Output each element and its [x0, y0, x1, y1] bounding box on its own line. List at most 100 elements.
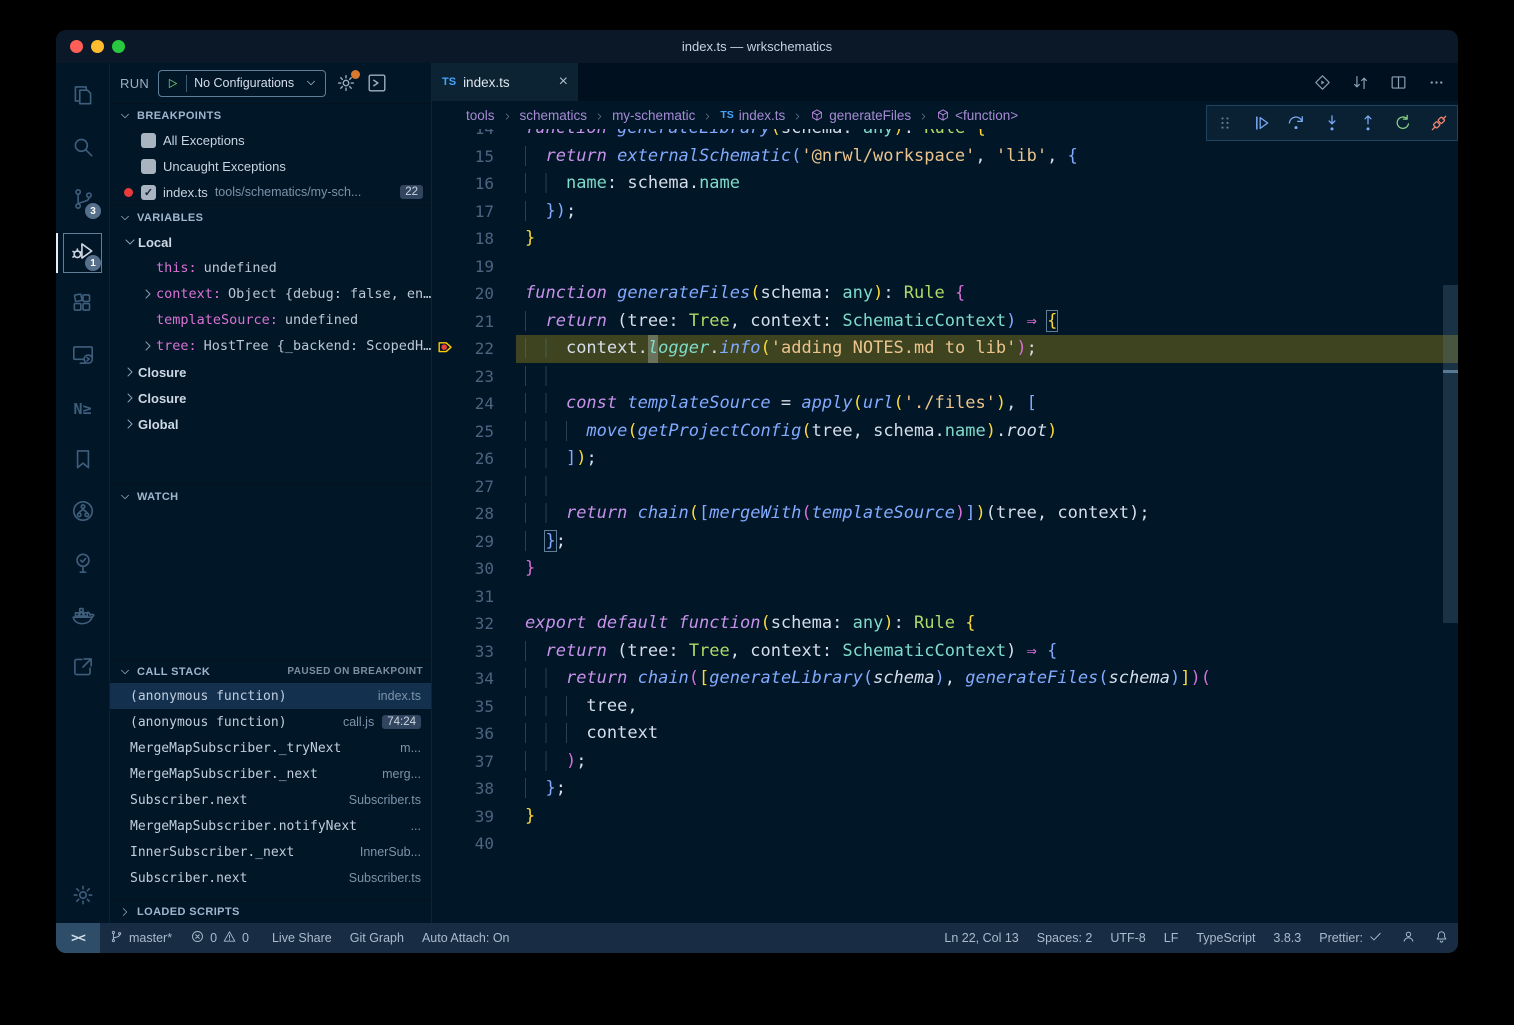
glyph-margin[interactable] — [432, 583, 458, 611]
code-line[interactable]: 26 ]); — [432, 445, 1458, 473]
glyph-margin[interactable] — [432, 308, 458, 336]
code-line[interactable]: 35 tree, — [432, 693, 1458, 721]
call-stack-frame[interactable]: Subscriber.nextSubscriber.ts — [110, 865, 431, 891]
breadcrumb-item[interactable]: schematics — [520, 108, 588, 123]
restart-button[interactable] — [1389, 109, 1417, 137]
live-share-status[interactable]: Live Share — [258, 923, 341, 953]
code-line[interactable]: 40 — [432, 830, 1458, 858]
glyph-margin[interactable] — [432, 830, 458, 858]
minimize-window-button[interactable] — [91, 40, 104, 53]
variable-row[interactable]: Local — [110, 229, 431, 255]
activity-item-testing[interactable] — [56, 539, 109, 591]
zoom-window-button[interactable] — [112, 40, 125, 53]
variable-row[interactable]: Global — [110, 411, 431, 437]
indentation-status[interactable]: Spaces: 2 — [1028, 923, 1102, 953]
cursor-position-status[interactable]: Ln 22, Col 13 — [935, 923, 1027, 953]
code-line[interactable]: 23 — [432, 363, 1458, 391]
breakpoint-checkbox[interactable]: ✓ — [141, 185, 156, 200]
call-stack-frame[interactable]: MergeMapSubscriber.notifyNext... — [110, 813, 431, 839]
activity-item-debug[interactable]: 1 — [56, 227, 109, 279]
typescript-version-status[interactable]: 3.8.3 — [1264, 923, 1310, 953]
breadcrumb-item[interactable]: <function> — [936, 108, 1018, 123]
activity-item-nx-console[interactable]: N≥ — [56, 383, 109, 435]
glyph-margin[interactable] — [432, 363, 458, 391]
tab-index-ts[interactable]: TS index.ts × — [432, 63, 578, 101]
remote-indicator[interactable]: >< — [56, 923, 100, 953]
call-stack-frame[interactable]: MergeMapSubscriber._nextmerg... — [110, 761, 431, 787]
code-line[interactable]: 27 — [432, 473, 1458, 501]
code-line[interactable]: 32export default function(schema: any): … — [432, 610, 1458, 638]
close-window-button[interactable] — [70, 40, 83, 53]
step-out-button[interactable] — [1354, 109, 1382, 137]
glyph-margin[interactable] — [432, 390, 458, 418]
start-debug-icon[interactable] — [166, 77, 179, 90]
activity-item-files[interactable] — [56, 71, 109, 123]
debug-current-line-icon[interactable] — [432, 335, 458, 363]
code-line[interactable]: 19 — [432, 253, 1458, 281]
open-changes-button[interactable] — [1313, 73, 1332, 92]
glyph-margin[interactable] — [432, 720, 458, 748]
notifications-button[interactable] — [1425, 923, 1458, 953]
glyph-margin[interactable] — [432, 225, 458, 253]
code-line[interactable]: 37 ); — [432, 748, 1458, 776]
call-stack-header[interactable]: CALL STACK PAUSED ON BREAKPOINT — [110, 659, 431, 683]
glyph-margin[interactable] — [432, 555, 458, 583]
code-line[interactable]: 21 return (tree: Tree, context: Schemati… — [432, 308, 1458, 336]
code-line[interactable]: 29 }; — [432, 528, 1458, 556]
glyph-margin[interactable] — [432, 638, 458, 666]
glyph-margin[interactable] — [432, 445, 458, 473]
git-branch-status[interactable]: master* — [100, 923, 181, 953]
configure-launch-button[interactable] — [335, 72, 357, 94]
breadcrumb-item[interactable]: generateFiles — [810, 108, 911, 123]
activity-item-manage[interactable] — [56, 871, 109, 923]
breakpoint-row[interactable]: Uncaught Exceptions — [110, 153, 431, 179]
disconnect-button[interactable] — [1425, 109, 1453, 137]
code-line[interactable]: 24 const templateSource = apply(url('./f… — [432, 390, 1458, 418]
problems-status[interactable]: 0 0 — [181, 923, 258, 953]
code-line[interactable]: 34 return chain([generateLibrary(schema)… — [432, 665, 1458, 693]
variable-row[interactable]: templateSource:undefined — [110, 307, 431, 333]
variable-row[interactable]: tree:HostTree {_backend: ScopedH… — [110, 333, 431, 359]
code-editor[interactable]: 14function generateLibrary(schema: any):… — [432, 129, 1458, 923]
call-stack-frame[interactable]: (anonymous function)call.js74:24 — [110, 709, 431, 735]
code-line[interactable]: 33 return (tree: Tree, context: Schemati… — [432, 638, 1458, 666]
watch-header[interactable]: WATCH — [110, 484, 431, 508]
glyph-margin[interactable] — [432, 665, 458, 693]
variable-row[interactable]: this:undefined — [110, 255, 431, 281]
code-line[interactable]: 25 move(getProjectConfig(tree, schema.na… — [432, 418, 1458, 446]
activity-item-search[interactable] — [56, 123, 109, 175]
variable-row[interactable]: Closure — [110, 385, 431, 411]
sync-button[interactable] — [1351, 73, 1370, 92]
glyph-margin[interactable] — [432, 418, 458, 446]
glyph-margin[interactable] — [432, 693, 458, 721]
breadcrumb-item[interactable]: tools — [466, 108, 495, 123]
activity-item-bookmarks[interactable] — [56, 435, 109, 487]
glyph-margin[interactable] — [432, 610, 458, 638]
glyph-margin[interactable] — [432, 143, 458, 171]
glyph-margin[interactable] — [432, 500, 458, 528]
activity-item-gitlens[interactable] — [56, 487, 109, 539]
code-line[interactable]: 38 }; — [432, 775, 1458, 803]
code-line[interactable]: 18} — [432, 225, 1458, 253]
code-line[interactable]: 17 }); — [432, 198, 1458, 226]
glyph-margin[interactable] — [432, 748, 458, 776]
prettier-status[interactable]: Prettier: — [1310, 923, 1392, 953]
breakpoints-header[interactable]: BREAKPOINTS — [110, 103, 431, 127]
call-stack-frame[interactable]: Subscriber.nextSubscriber.ts — [110, 787, 431, 813]
close-tab-icon[interactable]: × — [559, 74, 568, 90]
code-line[interactable]: 28 return chain([mergeWith(templateSourc… — [432, 500, 1458, 528]
code-line[interactable]: 15 return externalSchematic('@nrwl/works… — [432, 143, 1458, 171]
open-debug-console-button[interactable] — [366, 72, 388, 94]
glyph-margin[interactable] — [432, 280, 458, 308]
breakpoint-checkbox[interactable] — [141, 159, 156, 174]
activity-item-extensions[interactable] — [56, 279, 109, 331]
activity-item-source-control[interactable]: 3 — [56, 175, 109, 227]
code-line[interactable]: 36 context — [432, 720, 1458, 748]
breakpoint-row[interactable]: ✓index.tstools/schematics/my-sch...22 — [110, 179, 431, 205]
glyph-margin[interactable] — [432, 803, 458, 831]
activity-item-docker[interactable] — [56, 591, 109, 643]
language-mode-status[interactable]: TypeScript — [1187, 923, 1264, 953]
call-stack-frame[interactable]: InnerSubscriber._nextInnerSub... — [110, 839, 431, 865]
feedback-button[interactable] — [1392, 923, 1425, 953]
variables-header[interactable]: VARIABLES — [110, 205, 431, 229]
